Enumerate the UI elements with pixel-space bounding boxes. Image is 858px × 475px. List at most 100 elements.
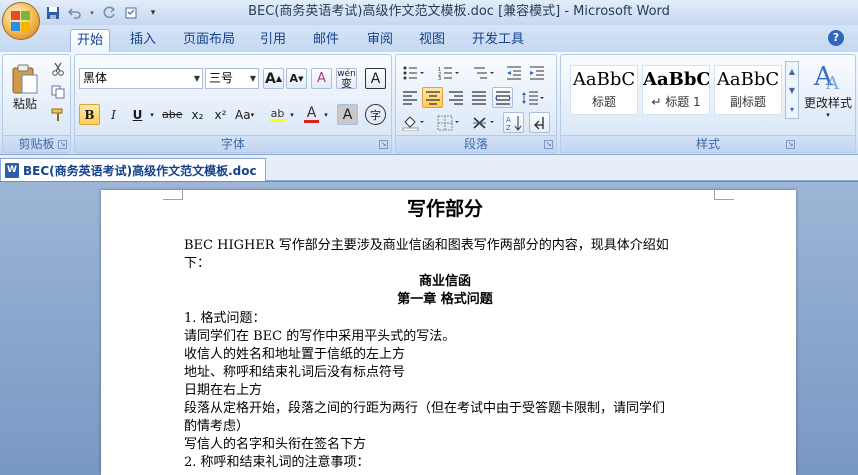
align-right-button[interactable] [445,87,466,108]
help-icon[interactable]: ? [828,30,844,46]
character-shading-icon: A [342,106,353,123]
show-marks-button[interactable] [529,112,550,133]
superscript-button[interactable]: x² [210,104,231,125]
grow-font-button[interactable]: A ▲ [263,68,284,89]
tab-page-layout[interactable]: 页面布局 [177,29,241,52]
open-icon[interactable] [122,4,140,22]
scroll-down-icon[interactable]: ▼ [786,81,798,100]
format-painter-icon[interactable] [47,104,68,125]
save-icon[interactable] [44,4,62,22]
character-shading-button[interactable]: A [337,104,358,125]
font-name-value: 黑体 [83,71,108,85]
strikethrough-icon: abe [162,108,183,121]
change-styles-icon: AA [813,62,840,94]
bullets-icon [403,66,424,79]
align-center-button[interactable] [422,87,443,108]
body-line: 日期在右上方 [184,383,263,398]
highlight-button[interactable]: ab [267,104,288,125]
paragraph-launcher-icon[interactable]: ↘ [544,140,553,149]
tab-insert[interactable]: 插入 [124,29,162,52]
style-name: ↵ 标题 1 [651,95,701,109]
strikethrough-button[interactable]: abe [161,104,184,125]
character-border-button[interactable]: A [365,68,386,89]
sort-button[interactable]: AZ [503,112,524,133]
align-right-icon [448,90,463,105]
phonetic-guide-button[interactable]: wén 变 [336,68,357,89]
style-name: 标题 [591,95,616,109]
bold-button[interactable]: B [79,104,100,125]
intro-line: BEC HIGHER 写作部分主要涉及商业信函和图表写作两部分的内容，现具体介绍… [184,238,669,253]
increase-indent-button[interactable] [526,62,547,83]
change-case-button[interactable]: Aa ▾ [234,104,255,125]
body-line: 2. 称呼和结束礼词的注意事项： [184,455,370,470]
tab-home[interactable]: 开始 [70,29,111,52]
cut-icon[interactable] [47,58,68,79]
line-spacing-button[interactable] [518,87,548,108]
font-launcher-icon[interactable]: ↘ [379,140,388,149]
shading-button[interactable] [399,112,429,133]
tab-references[interactable]: 引用 [254,29,292,52]
chinese-layout-button[interactable] [469,112,499,133]
style-subtitle[interactable]: AaBbC 副标题 [714,65,782,115]
customize-toolbar-icon[interactable]: ▾ [144,4,162,22]
bullets-button[interactable] [399,62,429,83]
scroll-up-icon[interactable]: ▲ [786,62,798,81]
multilevel-list-button[interactable] [469,62,499,83]
copy-icon[interactable] [47,81,68,102]
body-line: 酌情考虑） [184,419,250,434]
office-button[interactable] [2,2,40,40]
subscript-icon: x₂ [191,107,204,122]
underline-dropdown-icon[interactable]: ▾ [148,104,156,125]
enclose-characters-button[interactable]: 字 [365,104,386,125]
highlight-dropdown-icon[interactable]: ▾ [288,104,296,125]
undo-dropdown-icon[interactable]: ▾ [88,4,96,22]
distributed-button[interactable] [492,87,513,108]
font-name-combo[interactable]: 黑体 ▼ [79,68,203,89]
align-left-icon [402,90,417,105]
office-logo-icon [11,11,31,31]
styles-launcher-icon[interactable]: ↘ [786,140,795,149]
style-preview: AaBbC [643,69,710,90]
styles-gallery-scroll[interactable]: ▲ ▼ ▾ [785,61,799,119]
align-left-button[interactable] [399,87,420,108]
paste-button[interactable]: 粘贴 [6,58,44,116]
change-styles-button[interactable]: AA 更改样式 ▾ [801,59,855,135]
paragraph-group-label: 段落 [396,135,556,152]
body-line: 段落从定格开始，段落之间的行距为两行（但在考试中由于受答题卡限制，请同学们 [184,401,666,416]
document-page[interactable]: 写作部分 BEC HIGHER 写作部分主要涉及商业信函和图表写作两部分的内容，… [101,188,796,475]
font-color-button[interactable]: A [301,104,322,125]
borders-button[interactable] [434,112,464,133]
document-tab-bar: W BEC(商务英语考试)高级作文范文模板.doc [0,155,858,181]
change-styles-label: 更改样式 [803,96,852,110]
clear-format-button[interactable]: A [311,68,332,89]
styles-group-label: 样式 [561,135,855,152]
tab-review[interactable]: 审阅 [361,29,399,52]
style-heading-1[interactable]: AaBbC ↵ 标题 1 [642,65,710,115]
italic-button[interactable]: I [103,104,124,125]
tab-mailings[interactable]: 邮件 [307,29,345,52]
gallery-more-icon[interactable]: ▾ [786,100,798,119]
document-tab[interactable]: W BEC(商务英语考试)高级作文范文模板.doc [0,158,266,181]
align-center-icon [425,90,440,105]
undo-icon[interactable] [66,4,84,22]
multilevel-list-icon [474,67,494,78]
decrease-indent-icon [506,66,521,79]
justify-button[interactable] [468,87,489,108]
shrink-font-button[interactable]: A ▼ [286,68,307,89]
svg-text:3: 3 [438,76,441,80]
underline-button[interactable]: U [127,104,148,125]
font-group: 黑体 ▼ 三号 ▼ A ▲ A ▼ A wén 变 A B I U ▾ abe x₂ … [74,54,392,153]
paste-icon [12,64,38,93]
font-color-dropdown-icon[interactable]: ▾ [322,104,330,125]
clipboard-launcher-icon[interactable]: ↘ [58,140,67,149]
chevron-down-icon: ▼ [193,74,200,83]
numbering-button[interactable]: 123 [434,62,464,83]
quick-access-toolbar: ▾ ▾ [44,3,162,22]
style-title[interactable]: AaBbC 标题 [570,65,638,115]
font-size-combo[interactable]: 三号 ▼ [205,68,259,89]
redo-icon[interactable] [100,4,118,22]
subscript-button[interactable]: x₂ [187,104,208,125]
decrease-indent-button[interactable] [503,62,524,83]
tab-view[interactable]: 视图 [413,29,451,52]
tab-developer[interactable]: 开发工具 [466,29,530,52]
